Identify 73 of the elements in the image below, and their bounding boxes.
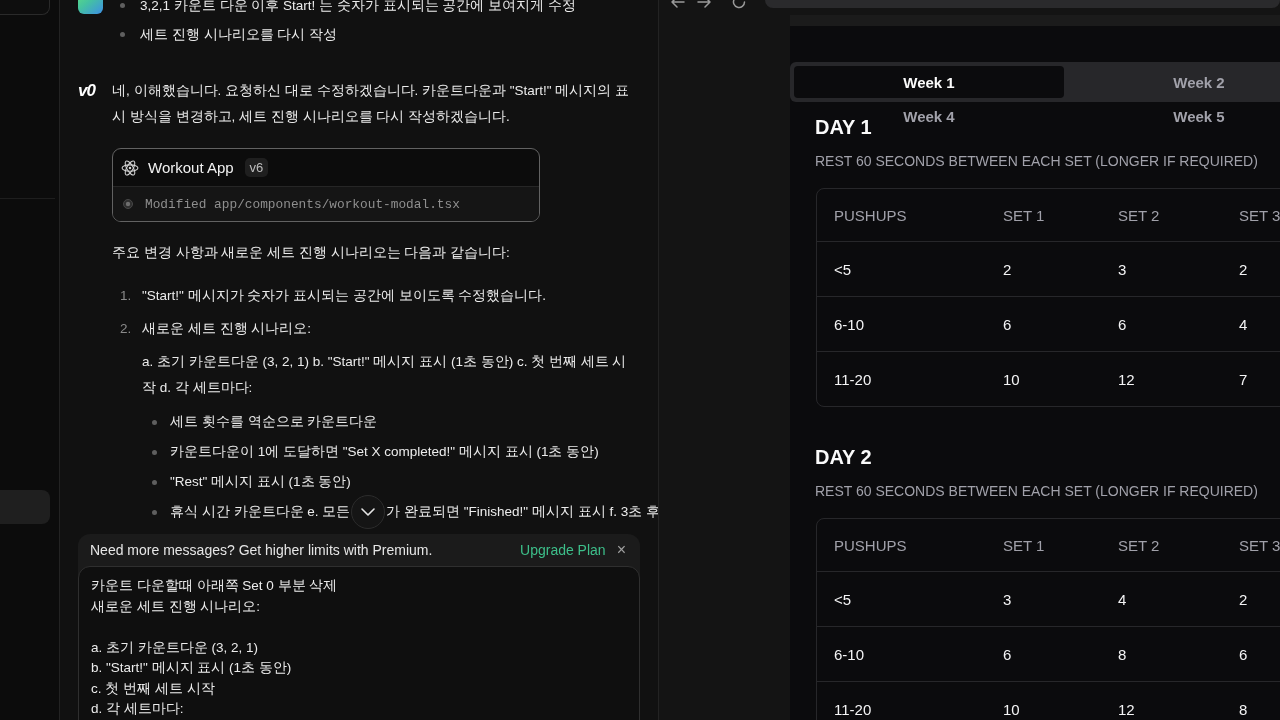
table-cell-text: 2 <box>1238 260 1248 278</box>
table-cell-text: 6-10 <box>833 645 865 663</box>
list-item-text: 세트 횟수를 역순으로 카운트다운 <box>170 413 378 431</box>
list-item-text: 세트 진행 시나리오를 다시 작성 <box>140 25 337 44</box>
table-cell-text: 6 <box>1002 645 1012 663</box>
table-cell-text: 6 <box>1002 315 1012 333</box>
list-item-text: "Rest" 메시지 표시 (1초 동안) <box>170 473 351 491</box>
banner-message: Need more messages? Get higher limits with Premium. <box>90 542 434 558</box>
scroll-down-button[interactable] <box>351 495 386 529</box>
week-tab[interactable]: Week 2 <box>1064 66 1280 98</box>
table-cell-text: 12 <box>1117 370 1135 388</box>
close-button[interactable]: × <box>614 541 628 559</box>
day-heading: DAY 2 <box>815 445 872 469</box>
upgrade-link[interactable]: Upgrade Plan <box>520 542 606 558</box>
table-cell-text: 3 <box>1002 590 1012 608</box>
table-cell-text: 4 <box>1117 590 1127 608</box>
column-header: PUSHUPS <box>833 536 907 554</box>
message-text: 네, 이해했습니다. 요청하신 대로 수정하겠습니다. 카운트다운과 "Start!" 메시지의 표시 방식을 변경하고, 세트 진행 시나리오를 다시 작성하겠습니다. <box>112 82 631 126</box>
column-header: SET 3 <box>1238 536 1280 554</box>
table-cell-text: 8 <box>1117 645 1127 663</box>
bullet-icon <box>152 449 157 455</box>
week-tab[interactable]: Week 4 <box>883 100 975 132</box>
column-header: SET 2 <box>1117 536 1160 554</box>
day-heading: DAY 1 <box>815 115 872 139</box>
week-tab[interactable]: Week 1 <box>794 66 1064 98</box>
artifact-card[interactable]: Workout App v6 Modified app/components/workout-modal.tsx <box>112 148 540 222</box>
artifact-title: Workout App <box>148 159 234 176</box>
message-text: 주요 변경 사항과 새로운 세트 진행 시나리오는 다음과 같습니다: <box>112 244 511 262</box>
version-badge: v6 <box>244 158 269 177</box>
status-dot-icon <box>123 199 133 209</box>
message-input[interactable]: 카운트 다운할때 아래쪽 Set 0 부분 삭제 새로운 세트 진행 시나리오: a. 초기 카운트다운 (3, 2, 1) b. "Start!" 메시지 표시 (1초 동안) c. 첫 번째 세트 시작 d. 각 세트마다: <box>78 566 640 720</box>
table-cell-text: <5 <box>833 260 852 278</box>
rest-note: REST 60 SECONDS BETWEEN EACH SET (LONGER IF REQUIRED) <box>815 152 1258 171</box>
table-cell-text: 10 <box>1002 700 1020 718</box>
atom-icon <box>121 158 139 177</box>
column-header: SET 2 <box>1117 206 1160 224</box>
table-cell-text: 2 <box>1238 590 1248 608</box>
column-header: SET 1 <box>1002 206 1045 224</box>
week-tab[interactable]: Week 5 <box>1153 100 1245 132</box>
table-cell-text: 6 <box>1117 315 1127 333</box>
table-cell-text: 8 <box>1238 700 1248 718</box>
table-cell-text: 3 <box>1117 260 1127 278</box>
list-item-text: 가 완료되면 "Finished!" 메시지 표시 f. 3초 후 <box>386 503 658 521</box>
column-header: PUSHUPS <box>833 206 907 224</box>
bullet-icon <box>152 419 157 425</box>
table-cell-text: 12 <box>1117 700 1135 718</box>
column-header: SET 3 <box>1238 206 1280 224</box>
message-text: a. 초기 카운트다운 (3, 2, 1) b. "Start!" 메시지 표시 (1초 동안) c. 첫 번째 세트 시작 d. 각 세트마다: <box>142 353 628 397</box>
bullet-icon <box>120 32 125 37</box>
list-item-text: "Start!" 메시지가 숫자가 표시되는 공간에 보이도록 수정했습니다. <box>142 287 548 305</box>
bullet-icon <box>120 3 125 8</box>
table-cell-text: 11-20 <box>833 700 872 718</box>
table-cell-text: 6 <box>1238 645 1248 663</box>
table-cell-text: 6-10 <box>833 315 865 333</box>
bullet-icon <box>152 509 157 515</box>
list-number: 2. <box>120 321 132 336</box>
column-header: SET 1 <box>1002 536 1045 554</box>
rest-note: REST 60 SECONDS BETWEEN EACH SET (LONGER IF REQUIRED) <box>815 482 1258 501</box>
table-cell-text: <5 <box>833 590 852 608</box>
table-cell-text: 2 <box>1002 260 1012 278</box>
table-cell-text: 7 <box>1238 370 1248 388</box>
bullet-icon <box>152 479 157 485</box>
assistant-logo: v0 <box>78 80 95 102</box>
table-cell-text: 4 <box>1238 315 1248 333</box>
chevron-down-icon <box>361 508 376 516</box>
list-number: 1. <box>120 288 132 303</box>
list-item-text: 카운트다운이 1에 도달하면 "Set X completed!" 메시지 표시 (1초 동안) <box>170 443 599 461</box>
table-cell-text: 11-20 <box>833 370 872 388</box>
table-cell-text: 10 <box>1002 370 1020 388</box>
list-item-text: 휴식 시간 카운트다운 e. 모든 <box>170 503 351 521</box>
list-item-text: 3,2,1 카운트 다운 이후 Start! 는 숫자가 표시되는 공간에 보여지게 수정 <box>140 0 576 15</box>
file-change-text: Modified app/components/workout-modal.tsx <box>145 196 460 212</box>
list-item-text: 새로운 세트 진행 시나리오: <box>142 320 312 338</box>
